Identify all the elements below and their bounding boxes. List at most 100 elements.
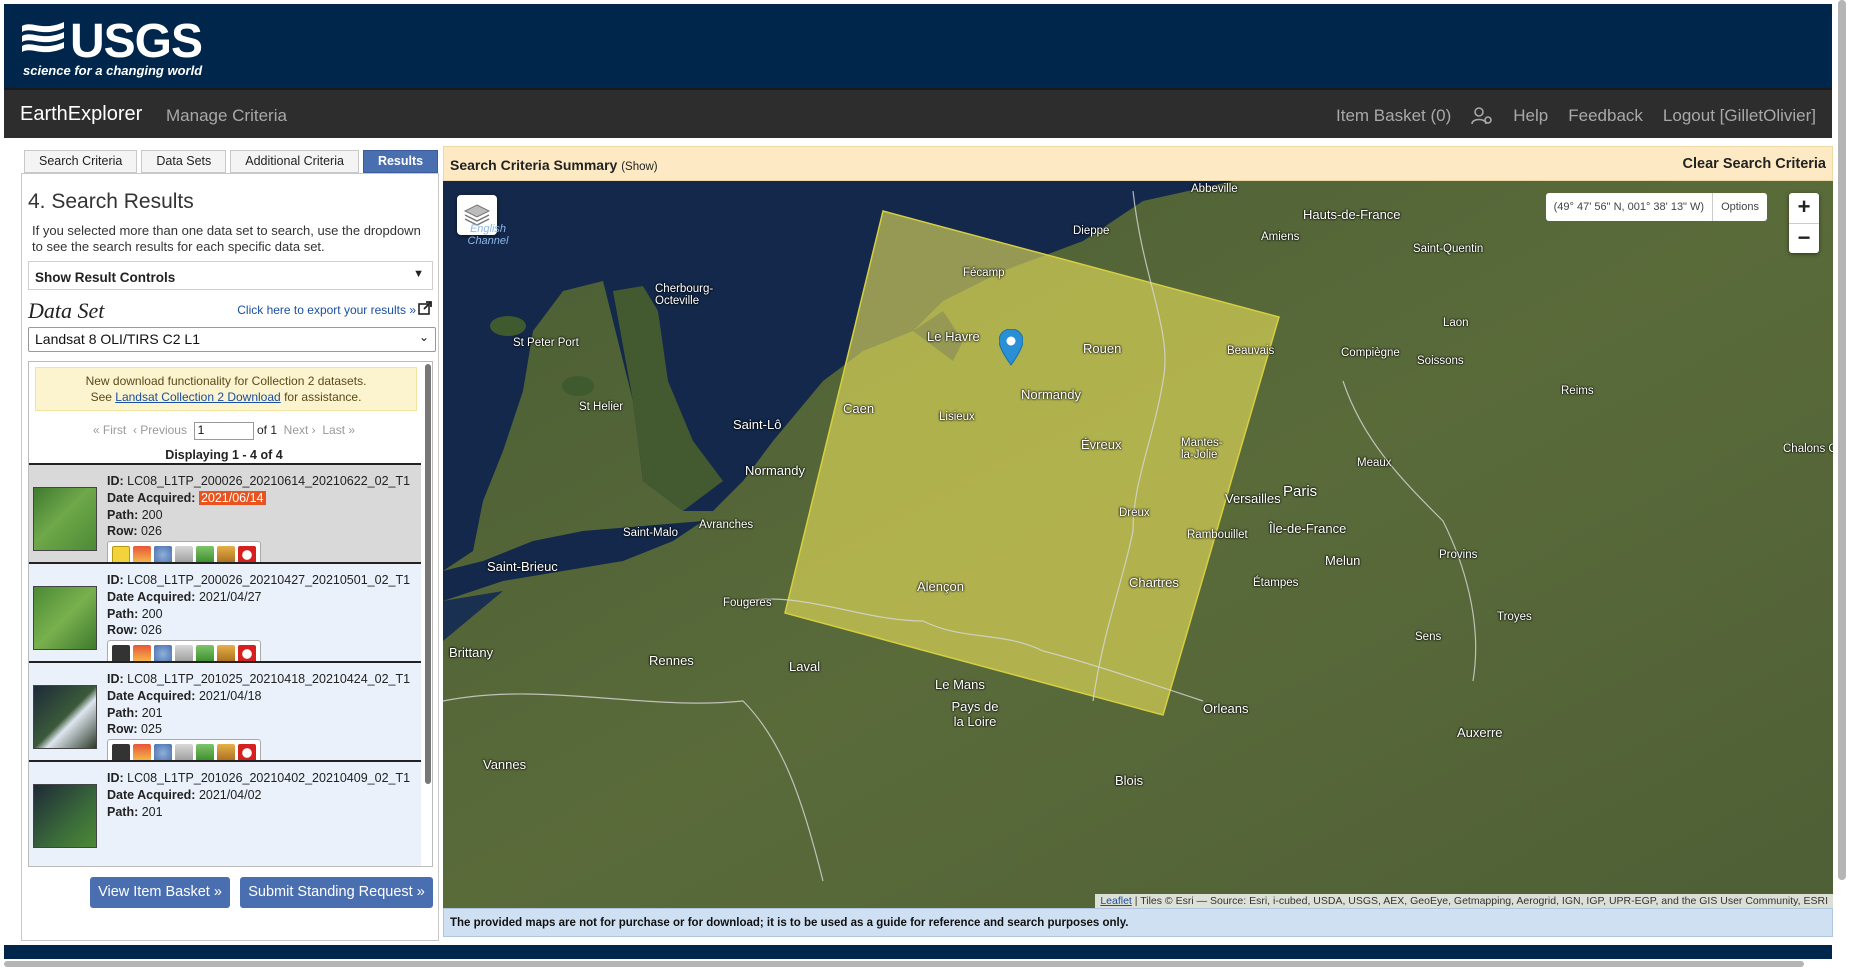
place-label: Meaux — [1357, 457, 1392, 469]
logout-link[interactable]: Logout [GilletOlivier] — [1663, 106, 1816, 126]
result-thumbnail[interactable] — [33, 784, 97, 848]
export-results-link[interactable]: Click here to export your results » — [237, 303, 416, 317]
result-item[interactable]: ID: LC08_L1TP_200026_20210427_20210501_0… — [29, 562, 421, 675]
place-label: Soissons — [1417, 355, 1464, 367]
coordinate-readout: (49° 47' 56" N, 001° 38' 13" W) Options — [1545, 193, 1767, 221]
help-link[interactable]: Help — [1513, 106, 1548, 126]
dataset-select-value: Landsat 8 OLI/TIRS C2 L1 — [35, 331, 200, 347]
place-label: Melun — [1325, 553, 1361, 568]
usgs-header: USGS science for a changing world — [4, 4, 1832, 88]
brand-link[interactable]: EarthExplorer — [20, 103, 142, 126]
zoom-in-button[interactable]: + — [1789, 193, 1819, 223]
page-number-input[interactable]: 1 — [193, 422, 254, 440]
manage-criteria-link[interactable]: Manage Criteria — [166, 106, 287, 126]
usgs-logo[interactable]: USGS science for a changing world — [20, 15, 203, 82]
result-id: LC08_L1TP_200026_20210614_20210622_02_T1 — [127, 474, 411, 488]
notice-line: New download functionality for Collectio… — [85, 374, 367, 388]
place-label: Paris — [1283, 483, 1318, 500]
horizontal-scrollbar[interactable] — [4, 961, 1804, 967]
place-label: Saint-Brieuc — [487, 559, 558, 574]
result-item[interactable]: ID: LC08_L1TP_201025_20210418_20210424_0… — [29, 661, 421, 774]
usgs-wordmark: USGS — [70, 15, 203, 68]
next-page-link[interactable]: Next › — [284, 423, 316, 437]
region-label: Brittany — [449, 645, 494, 660]
place-label: Saint-Lô — [733, 417, 782, 432]
vertical-scrollbar[interactable] — [1838, 0, 1846, 880]
panel-help-text: If you selected more than one data set t… — [32, 223, 421, 254]
attribution-text: | Tiles © Esri — Source: Esri, i-cubed, … — [1134, 895, 1828, 907]
result-date: 2021/04/02 — [198, 787, 262, 802]
place-label: St Peter Port — [513, 337, 579, 349]
map-view[interactable]: Abbeville Hauts-de-France Amiens Saint-Q… — [443, 181, 1833, 908]
map-disclaimer: The provided maps are not for purchase o… — [443, 908, 1833, 937]
result-details: ID: LC08_L1TP_201025_20210418_20210424_0… — [107, 672, 411, 737]
place-label: Dieppe — [1073, 225, 1110, 237]
result-thumbnail[interactable] — [33, 586, 97, 650]
place-label: Auxerre — [1457, 725, 1503, 740]
page-count: of 1 — [256, 423, 277, 438]
last-page-link[interactable]: Last » — [322, 423, 355, 437]
place-label: Vannes — [483, 757, 527, 772]
view-item-basket-button[interactable]: View Item Basket » — [90, 877, 230, 908]
place-label: Rambouillet — [1187, 529, 1248, 541]
result-row: 026 — [141, 524, 162, 539]
zoom-out-button[interactable]: − — [1789, 223, 1819, 253]
result-path: 201 — [141, 804, 163, 819]
feedback-link[interactable]: Feedback — [1568, 106, 1643, 126]
place-label: Le Mans — [935, 677, 985, 692]
search-criteria-summary-bar: Search Criteria Summary (Show) Clear Sea… — [443, 146, 1833, 181]
first-page-link[interactable]: « First — [93, 423, 126, 437]
results-scrollbar[interactable] — [425, 364, 431, 784]
place-label: Sens — [1415, 631, 1442, 643]
clear-search-criteria-link[interactable]: Clear Search Criteria — [1683, 156, 1826, 172]
map-options-button[interactable]: Options — [1713, 193, 1767, 221]
panel-title: 4. Search Results — [28, 190, 194, 213]
place-label: Saint-Malo — [623, 527, 678, 539]
water-label: English Channel — [467, 223, 509, 247]
place-label: Alençon — [917, 579, 964, 594]
tab-search-criteria[interactable]: Search Criteria — [24, 150, 138, 173]
notice-tail: for assistance. — [284, 390, 362, 404]
show-result-controls-toggle[interactable]: Show Result Controls ▼ — [28, 261, 433, 290]
satellite-basemap — [443, 181, 1833, 908]
collection2-notice: New download functionality for Collectio… — [35, 367, 417, 411]
place-label: Mantes-la-Jolie — [1181, 437, 1223, 461]
external-link-icon[interactable] — [418, 301, 432, 315]
place-label: Laval — [789, 659, 821, 674]
results-panel: 4. Search Results If you selected more t… — [21, 173, 439, 941]
result-thumbnail[interactable] — [33, 487, 97, 551]
place-label: Le Havre — [927, 329, 980, 344]
user-settings-icon[interactable] — [1471, 107, 1493, 125]
result-date: 2021/04/18 — [198, 688, 262, 703]
tab-results[interactable]: Results — [362, 150, 439, 173]
result-path: 200 — [141, 606, 163, 621]
tab-data-sets[interactable]: Data Sets — [141, 150, 227, 173]
place-label: Troyes — [1497, 611, 1532, 623]
place-label: Versailles — [1225, 491, 1281, 506]
place-label: Hauts-de-France — [1303, 207, 1401, 222]
result-thumbnail[interactable] — [33, 685, 97, 749]
location-marker-icon[interactable] — [999, 329, 1023, 367]
chevron-down-icon: ⌄ — [418, 330, 429, 344]
usgs-wave-icon — [22, 22, 64, 53]
results-list: New download functionality for Collectio… — [28, 361, 433, 867]
page-footer — [4, 945, 1832, 959]
result-item[interactable]: ID: LC08_L1TP_200026_20210614_20210622_0… — [29, 463, 421, 576]
caret-down-icon: ▼ — [413, 268, 424, 280]
result-item[interactable]: ID: LC08_L1TP_201026_20210402_20210409_0… — [29, 760, 421, 866]
browser-page: USGS science for a changing world EarthE… — [0, 0, 1849, 969]
result-row: 026 — [141, 623, 162, 638]
notice-see: See — [90, 390, 112, 404]
leaflet-link[interactable]: Leaflet — [1100, 895, 1132, 907]
submit-standing-request-button[interactable]: Submit Standing Request » — [240, 877, 433, 908]
place-label: Chartres — [1129, 575, 1179, 590]
zoom-control: + − — [1789, 193, 1819, 253]
previous-page-link[interactable]: ‹ Previous — [133, 423, 187, 437]
dataset-select[interactable]: Landsat 8 OLI/TIRS C2 L1 ⌄ — [28, 327, 436, 352]
item-basket-link[interactable]: Item Basket (0) — [1336, 106, 1451, 126]
criteria-show-toggle[interactable]: (Show) — [621, 161, 657, 173]
nav-right-group: Item Basket (0) Help Feedback Logout [Gi… — [1336, 106, 1816, 126]
criteria-tabs: Search Criteria Data Sets Additional Cri… — [24, 150, 439, 173]
tab-additional-criteria[interactable]: Additional Criteria — [230, 150, 359, 173]
collection2-download-link[interactable]: Landsat Collection 2 Download — [115, 390, 280, 404]
